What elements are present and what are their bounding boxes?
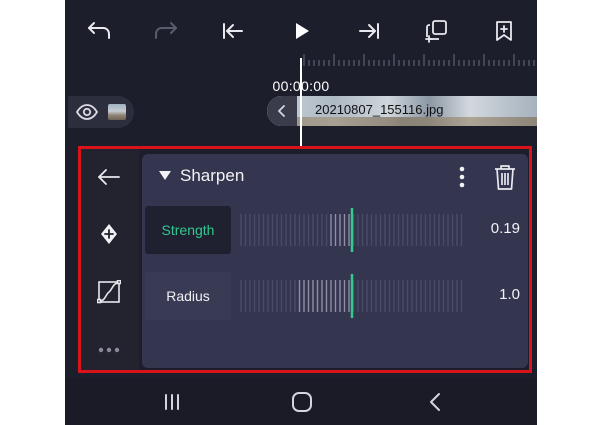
bookmark-add-icon (496, 21, 512, 41)
kebab-menu-icon[interactable] (450, 165, 474, 189)
timeline-clip[interactable]: 20210807_155116.jpg (267, 96, 537, 126)
recent-apps-icon (165, 394, 179, 410)
copy-frame-button[interactable] (420, 14, 454, 48)
redo-button[interactable] (149, 14, 183, 48)
redo-icon (155, 22, 177, 39)
effect-title: Sharpen (180, 166, 245, 185)
playhead[interactable] (300, 58, 302, 146)
jump-to-start-button[interactable] (216, 14, 250, 48)
radius-slider[interactable] (237, 274, 467, 318)
keyframe-curve-button[interactable] (89, 276, 129, 308)
eye-icon (76, 104, 98, 120)
param-row-strength: Strength 0.19 (142, 206, 528, 256)
chevron-left-icon (430, 393, 440, 411)
curve-icon (97, 280, 121, 304)
effect-panel-header: Sharpen (142, 154, 528, 198)
keyframe-add-button[interactable] (89, 218, 129, 250)
collapse-triangle-icon[interactable] (158, 170, 172, 181)
home-button[interactable] (287, 388, 317, 416)
copy-frame-icon (425, 20, 447, 43)
more-options-button[interactable] (89, 334, 129, 366)
play-button[interactable] (285, 14, 319, 48)
back-nav-button[interactable] (420, 388, 450, 416)
chevron-left-icon (278, 105, 285, 117)
back-button[interactable] (89, 161, 129, 193)
play-icon (296, 23, 309, 39)
system-navigation-bar (65, 378, 537, 425)
undo-button[interactable] (82, 14, 116, 48)
param-row-radius: Radius 1.0 (142, 272, 528, 322)
track-thumbnail (108, 104, 126, 120)
clip-filename: 20210807_155116.jpg (315, 102, 444, 117)
keyframe-add-icon (101, 224, 117, 244)
trash-icon[interactable] (492, 163, 518, 191)
recent-apps-button[interactable] (157, 388, 187, 416)
undo-icon (88, 22, 110, 39)
arrow-left-icon (98, 169, 120, 185)
timeline-ruler[interactable] (302, 52, 537, 74)
jump-to-start-icon (223, 23, 243, 39)
more-horizontal-icon (98, 347, 120, 353)
param-label-strength[interactable]: Strength (145, 206, 231, 254)
effect-panel: Sharpen Strength 0.19 Radius 1.0 (142, 154, 528, 368)
effect-left-rail (81, 149, 139, 370)
track-visibility-toggle[interactable] (68, 96, 134, 128)
strength-slider[interactable] (237, 208, 467, 252)
home-icon (292, 392, 312, 412)
top-toolbar (65, 0, 537, 60)
param-label-radius[interactable]: Radius (145, 272, 231, 320)
radius-value: 1.0 (499, 286, 520, 303)
jump-to-end-icon (359, 23, 379, 39)
strength-value: 0.19 (490, 220, 520, 237)
clip-trim-handle[interactable] (267, 96, 297, 126)
bookmark-add-button[interactable] (487, 14, 521, 48)
jump-to-end-button[interactable] (352, 14, 386, 48)
